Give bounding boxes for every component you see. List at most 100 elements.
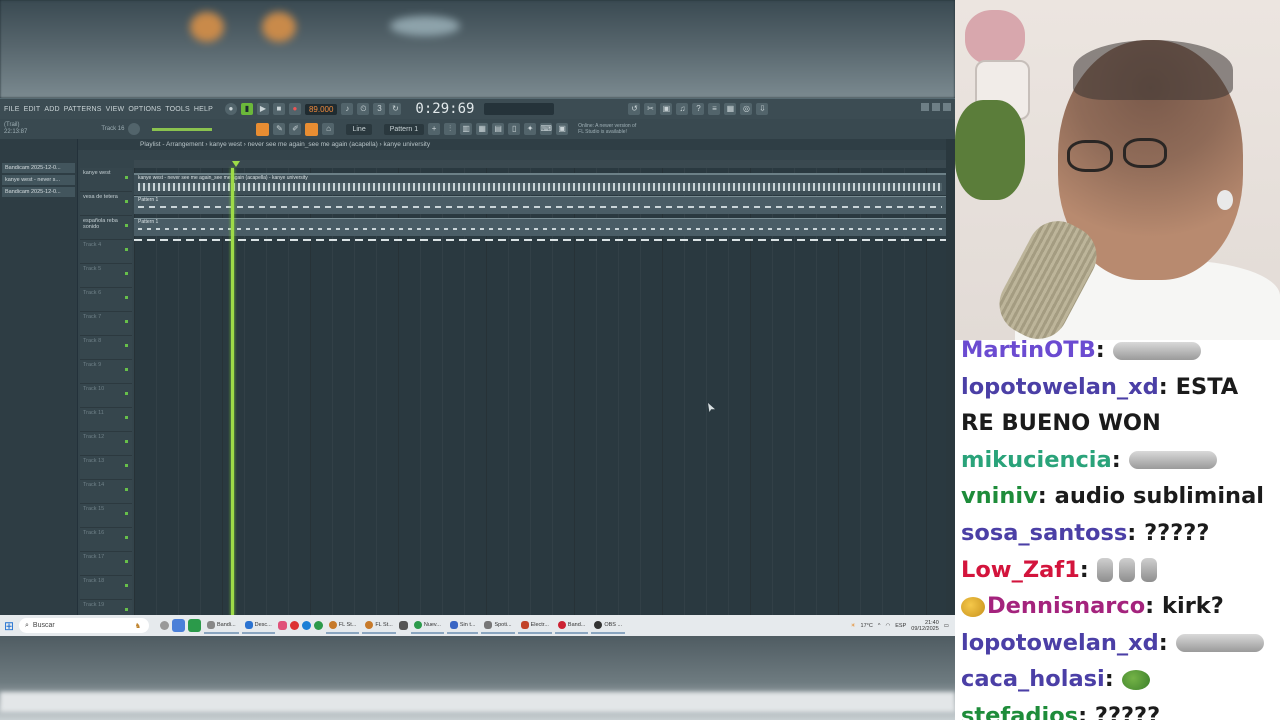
taskbar-app[interactable]: Bandi...: [204, 618, 239, 634]
playhead-marker[interactable]: [232, 161, 240, 167]
taskbar-app[interactable]: Electr...: [517, 618, 552, 634]
pattern-clip-track-4[interactable]: [134, 239, 946, 241]
track-mute-led[interactable]: [125, 536, 128, 539]
track-header[interactable]: Track 9: [80, 360, 132, 384]
mic-icon[interactable]: ♫: [676, 103, 689, 115]
step-seq-icon[interactable]: ▦: [476, 123, 489, 135]
menu-tools[interactable]: TOOLS: [165, 106, 190, 113]
track-mute-led[interactable]: [125, 512, 128, 515]
close-icon[interactable]: [943, 103, 951, 111]
plugin-picker-icon[interactable]: ✦: [524, 123, 537, 135]
track-mute-led[interactable]: [125, 368, 128, 371]
track-mute-led[interactable]: [125, 488, 128, 491]
taskbar-app[interactable]: Sin t...: [446, 618, 479, 634]
paint-tool-icon[interactable]: ✐: [289, 123, 302, 135]
track-mute-led[interactable]: [125, 248, 128, 251]
edge-icon[interactable]: [301, 621, 311, 630]
menu-options[interactable]: OPTIONS: [128, 106, 161, 113]
track-mute-led[interactable]: [125, 584, 128, 587]
loop-record-icon[interactable]: ↻: [389, 103, 402, 115]
taskbar-app[interactable]: Nuev...: [410, 618, 444, 634]
record-button[interactable]: ●: [288, 103, 301, 115]
track-mute-led[interactable]: [125, 224, 128, 227]
cut-icon[interactable]: ✂: [644, 103, 657, 115]
tempo-display[interactable]: 89.000: [304, 103, 338, 115]
snap-select[interactable]: Line: [346, 123, 372, 135]
browser-icon[interactable]: ◎: [740, 103, 753, 115]
track-mute-led[interactable]: [125, 392, 128, 395]
menu-add[interactable]: ADD: [44, 106, 59, 113]
widgets-icon[interactable]: [172, 619, 185, 632]
track-mute-led[interactable]: [125, 608, 128, 611]
undo-icon[interactable]: ↺: [628, 103, 641, 115]
wait-icon[interactable]: ⏲: [357, 103, 370, 115]
minimize-icon[interactable]: [921, 103, 929, 111]
track-mute-led[interactable]: [125, 320, 128, 323]
taskbar-app[interactable]: FL St...: [325, 618, 360, 634]
track-header[interactable]: kanye west: [80, 168, 132, 192]
pattern-clip-track-3[interactable]: Pattern 1: [134, 218, 946, 236]
track-mute-led[interactable]: [125, 176, 128, 179]
clock[interactable]: 21:40 09/12/2025: [911, 620, 939, 632]
track-mute-led[interactable]: [125, 296, 128, 299]
mixer-icon[interactable]: ≡: [708, 103, 721, 115]
track-mute-led[interactable]: [125, 344, 128, 347]
taskbar-app[interactable]: Desc...: [241, 618, 275, 634]
chat-username[interactable]: sosa_santoss: [961, 520, 1127, 546]
chat-username[interactable]: mikuciencia: [961, 447, 1112, 473]
playlist-grid[interactable]: kanye west - never see me again_see me a…: [134, 168, 946, 616]
plugin-icon[interactable]: ⇩: [756, 103, 769, 115]
timeline-ruler[interactable]: [134, 160, 946, 168]
menu-help[interactable]: HELP: [194, 106, 213, 113]
vertical-scrollbar[interactable]: [946, 139, 955, 616]
track-header[interactable]: Track 4: [80, 240, 132, 264]
chat-username[interactable]: Low_Zaf1: [961, 557, 1080, 583]
slip-tool-icon[interactable]: [305, 122, 319, 136]
track-mute-led[interactable]: [125, 200, 128, 203]
save-icon[interactable]: ▣: [660, 103, 673, 115]
track-header[interactable]: Track 6: [80, 288, 132, 312]
pattern-song-toggle[interactable]: ▮: [240, 103, 253, 115]
chat-username[interactable]: Dennisnarco: [987, 593, 1145, 619]
mixer-view-icon[interactable]: ⫶: [444, 123, 457, 135]
touch-keyboard-icon[interactable]: ⌨: [540, 123, 553, 135]
main-knob-icon[interactable]: ●: [224, 103, 237, 115]
windows-start-icon[interactable]: ⊞: [4, 620, 16, 632]
browser-item[interactable]: Bandicam 2025-12-0...: [2, 187, 75, 197]
browser-item[interactable]: Bandicam 2025-12-0...: [2, 163, 75, 173]
track-header[interactable]: española reba sonido: [80, 216, 132, 240]
play-button[interactable]: ▶: [256, 103, 269, 115]
track-header[interactable]: Track 13: [80, 456, 132, 480]
chevron-up-icon[interactable]: ^: [878, 623, 881, 629]
chat-username[interactable]: lopotowelan_xd: [961, 374, 1159, 400]
master-volume-knob[interactable]: [128, 123, 141, 135]
chat-username[interactable]: caca_holasi: [961, 666, 1105, 692]
pattern-select[interactable]: Pattern 1: [383, 123, 425, 135]
chat-username[interactable]: vniniv: [961, 483, 1038, 509]
help-icon[interactable]: ?: [692, 103, 705, 115]
add-pattern-icon[interactable]: +: [428, 123, 441, 135]
menu-view[interactable]: VIEW: [106, 106, 125, 113]
track-header[interactable]: Track 17: [80, 552, 132, 576]
notification-icon[interactable]: ▭: [944, 623, 949, 629]
app-icon[interactable]: [277, 621, 287, 630]
menu-patterns[interactable]: PATTERNS: [64, 106, 102, 113]
taskbar-app[interactable]: Band...: [554, 618, 589, 634]
stamp-tool-icon[interactable]: ⌂: [322, 123, 335, 135]
pattern-clip-track-2[interactable]: Pattern 1: [134, 196, 946, 214]
track-header[interactable]: Track 10: [80, 384, 132, 408]
stop-button[interactable]: ■: [272, 103, 285, 115]
taskbar-app[interactable]: Spoti...: [481, 618, 515, 634]
news-panel[interactable]: Online: A newer version of FL Studio is …: [578, 123, 636, 135]
countdown-icon[interactable]: 3: [373, 103, 386, 115]
capcut-icon[interactable]: [398, 621, 408, 630]
track-header[interactable]: Track 12: [80, 432, 132, 456]
track-header[interactable]: Track 7: [80, 312, 132, 336]
track-header[interactable]: vesa de tetera: [80, 192, 132, 216]
track-header[interactable]: Track 8: [80, 336, 132, 360]
taskbar-app[interactable]: FL St...: [362, 618, 396, 634]
opera-icon[interactable]: [289, 621, 299, 630]
excel-icon[interactable]: [188, 619, 201, 632]
file-icon[interactable]: ▯: [508, 123, 521, 135]
browser-item[interactable]: kanye west - never s...: [2, 175, 75, 185]
